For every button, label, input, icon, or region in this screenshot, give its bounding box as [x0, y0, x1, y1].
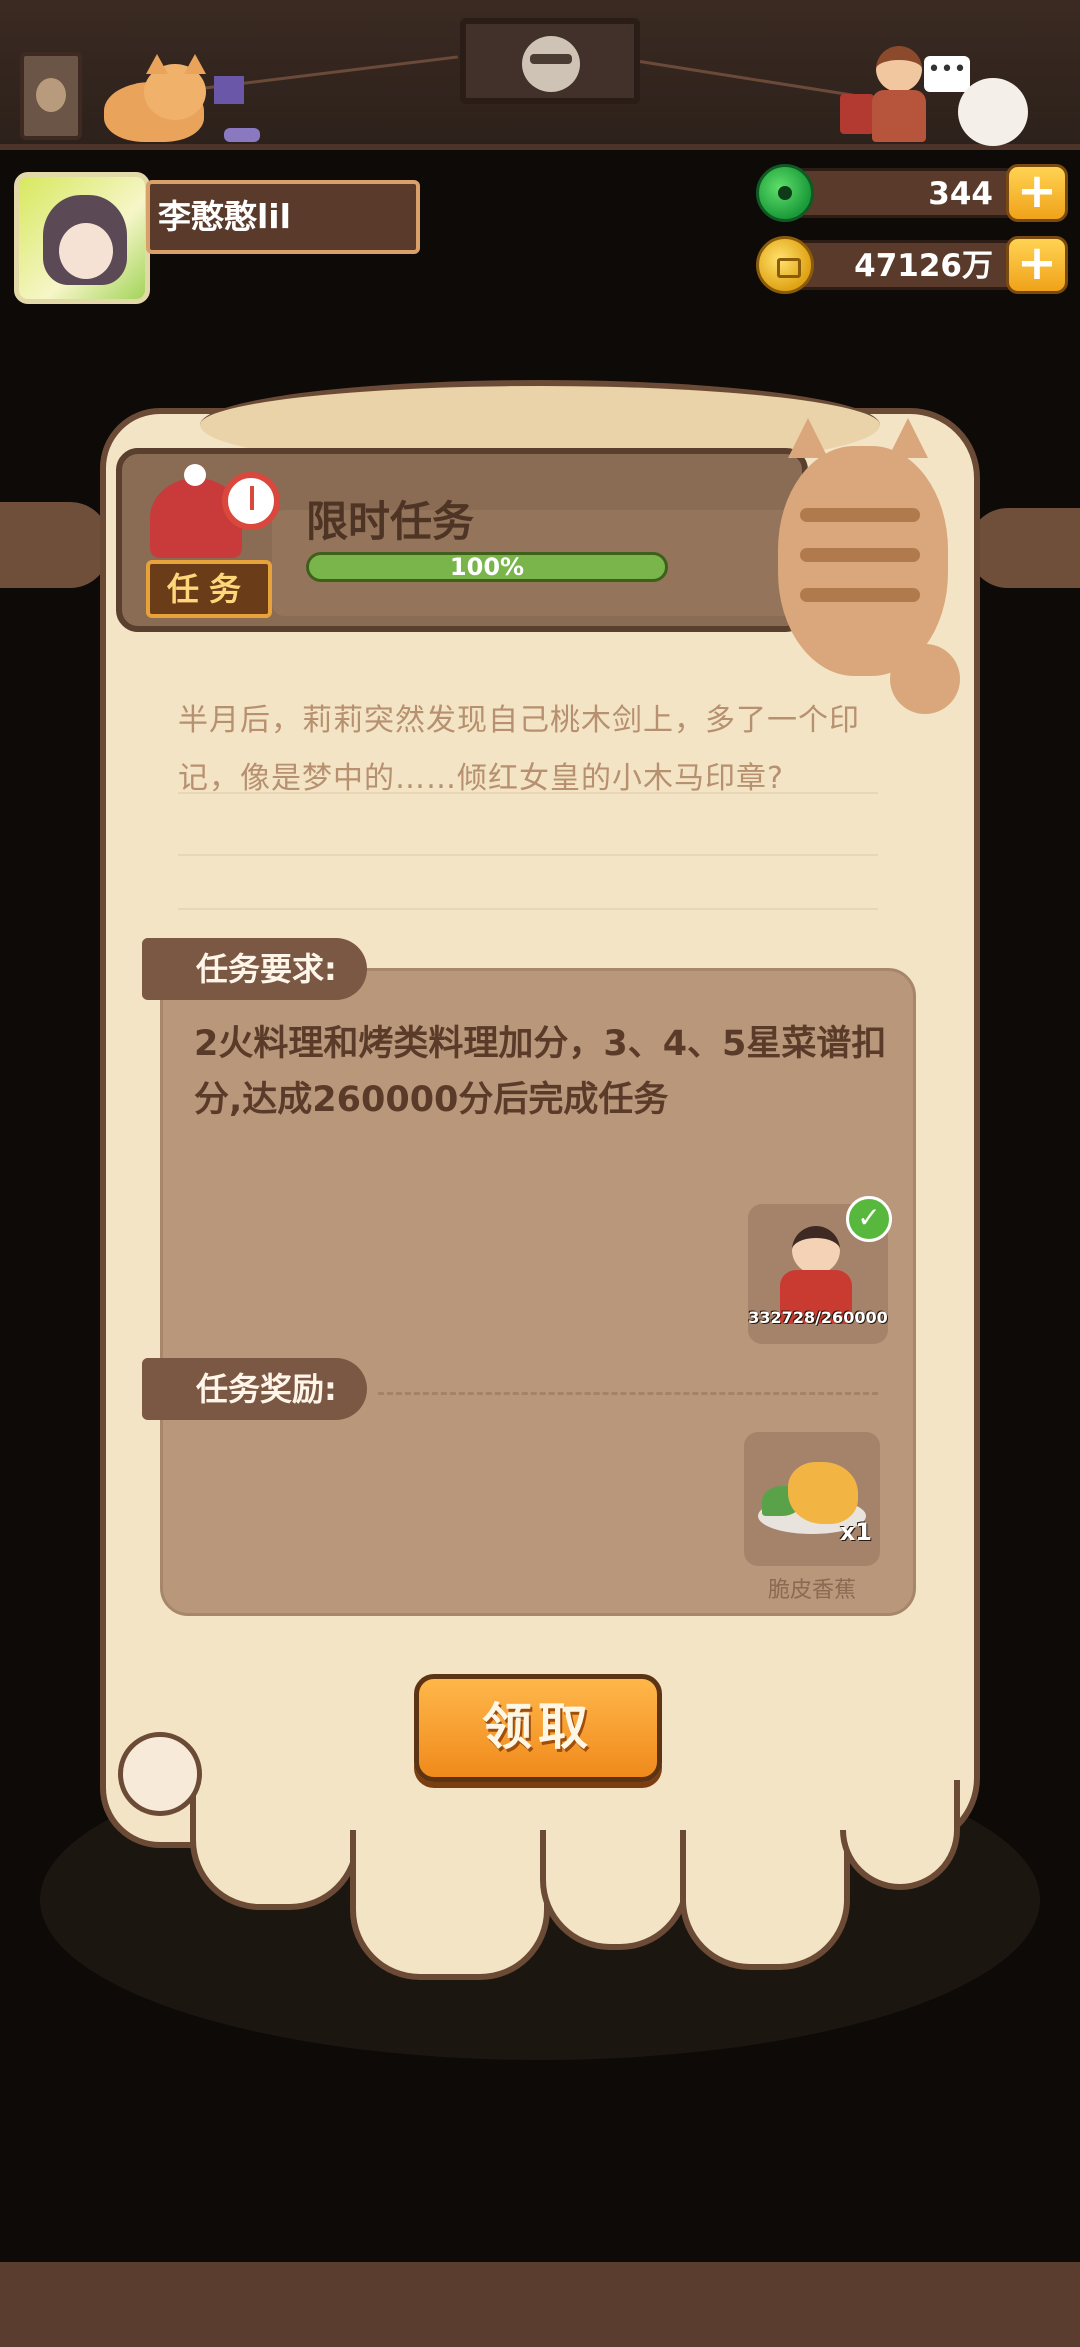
avatar[interactable] [14, 172, 150, 304]
speech-bubble-icon: ••• [924, 56, 970, 92]
jade-amount: 344 [928, 176, 993, 212]
clock-icon [222, 472, 280, 530]
reward-quantity: x1 [839, 1518, 872, 1546]
divider [378, 1392, 878, 1395]
gold-amount: 47126万 [854, 248, 993, 284]
check-icon: ✓ [846, 1196, 892, 1242]
task-badge: 任务 [138, 460, 288, 620]
task-badge-label: 任务 [146, 560, 272, 618]
task-story: 半月后，莉莉突然发现自己桃木剑上，多了一个印记，像是梦中的……倾红女皇的小木马印… [178, 703, 860, 796]
user-name: 李憨憨lil [146, 180, 420, 254]
ruled-line [178, 792, 878, 794]
add-gold-button[interactable]: + [1006, 236, 1068, 294]
shelf-decor [224, 128, 260, 142]
reward-name: 脆皮香蕉 [767, 1578, 856, 1603]
shelf-cat [86, 54, 206, 142]
paw-frame [20, 52, 82, 140]
plus-icon: + [1016, 235, 1058, 291]
shelf-white-cat [958, 78, 1028, 146]
plus-icon: + [1016, 163, 1058, 219]
task-title: 限时任务 [306, 497, 475, 546]
claim-button[interactable]: 领取 [414, 1674, 662, 1782]
requirement-text: 2火料理和烤类料理加分，3、4、5星菜谱扣分,达成260000分后完成任务 [194, 1024, 887, 1120]
panel-cat [770, 418, 980, 718]
bottom-bar [0, 2262, 1080, 2347]
ruled-line [178, 854, 878, 856]
shelf-portrait [460, 18, 640, 104]
rolling-pin [0, 502, 110, 588]
jade-icon [756, 164, 814, 222]
reward-item[interactable]: x1 [744, 1432, 880, 1566]
dough-ball [118, 1732, 202, 1816]
rolling-pin [968, 508, 1080, 588]
reward-heading: 任务奖励: [142, 1358, 367, 1420]
add-jade-button[interactable]: + [1006, 164, 1068, 222]
gold-coin-icon [756, 236, 814, 294]
shelf-decor [214, 76, 244, 104]
shelf-person [868, 46, 928, 144]
crispy-banana-icon [788, 1462, 858, 1524]
requirement-progress: 332728/260000 [748, 1308, 888, 1327]
task-progress-label: 100% [449, 553, 525, 581]
ruled-line [178, 908, 878, 910]
requirement-heading: 任务要求: [142, 938, 367, 1000]
